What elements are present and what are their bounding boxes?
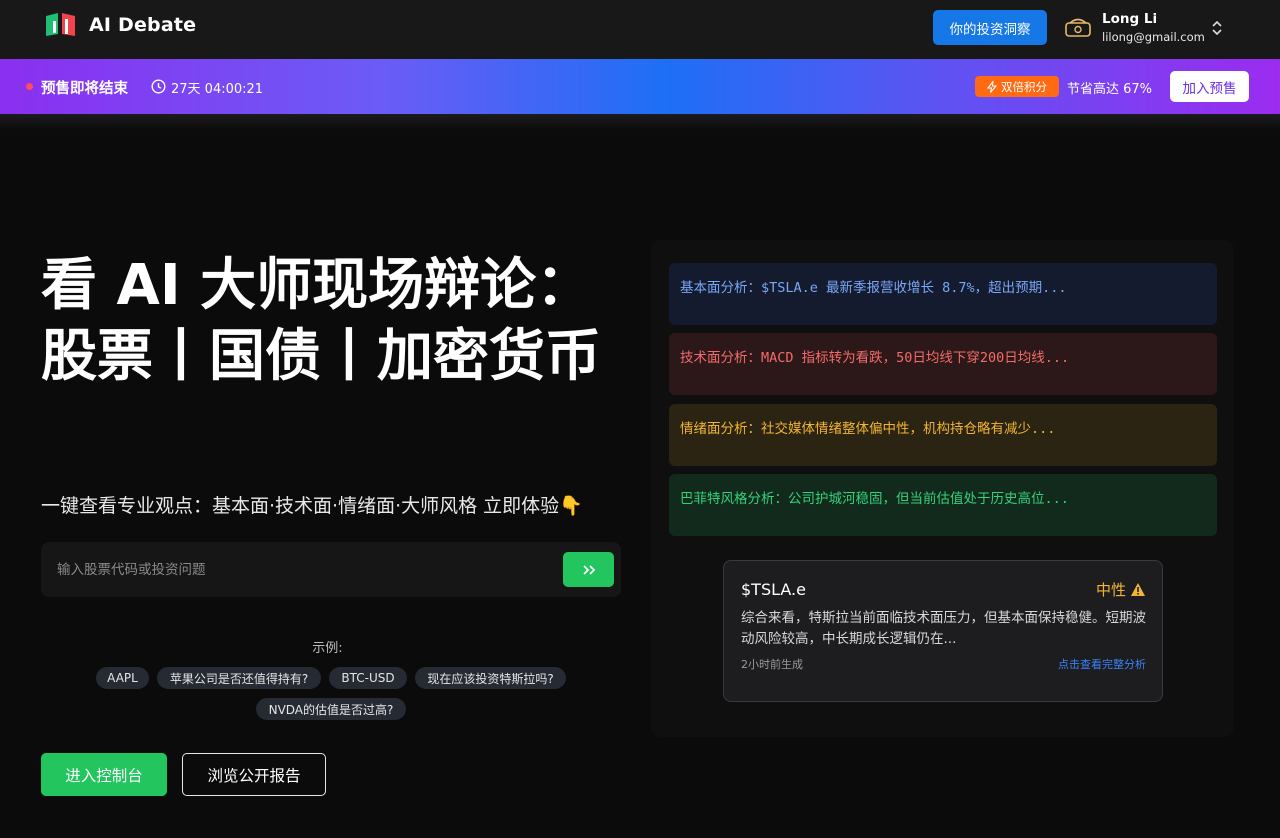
user-menu[interactable]: Long Li lilong@gmail.com: [1064, 11, 1205, 45]
double-points-badge: 双倍积分: [975, 76, 1059, 97]
banner-shadow: [0, 114, 1280, 130]
examples-label: 示例:: [312, 641, 343, 656]
top-header: AI Debate 你的投资洞察 Long Li lilong@gmail.co…: [0, 0, 1280, 59]
app-name: AI Debate: [89, 14, 197, 36]
chevron-up-down-icon[interactable]: [1210, 19, 1224, 37]
browse-reports-button[interactable]: 浏览公开报告: [182, 753, 326, 796]
example-chip-tesla[interactable]: 现在应该投资特斯拉吗?: [415, 667, 566, 689]
warning-icon: [1131, 583, 1145, 596]
user-email: lilong@gmail.com: [1102, 30, 1205, 44]
summary-card[interactable]: $TSLA.e 中性 综合来看，特斯拉当前面临技术面压力，但基本面保持稳健。短期…: [723, 560, 1163, 702]
buffett-analysis-card: 巴菲特风格分析：公司护城河稳固，但当前估值处于历史高位...: [669, 474, 1217, 536]
summary-text: 综合来看，特斯拉当前面临技术面压力，但基本面保持稳健。短期波动风险较高，中长期成…: [741, 610, 1146, 647]
hero-subtitle: 一键查看专业观点：基本面·技术面·情绪面·大师风格 立即体验👇: [41, 495, 583, 517]
search-input[interactable]: [41, 542, 551, 597]
clock-icon: [151, 79, 166, 94]
logo-icon: [46, 13, 75, 36]
fundamental-analysis-card: 基本面分析：$TSLA.e 最新季报营收增长 8.7%，超出预期...: [669, 263, 1217, 325]
double-points-label: 双倍积分: [1001, 79, 1047, 94]
search-submit-button[interactable]: [563, 552, 614, 587]
view-full-analysis-link[interactable]: 点击查看完整分析: [1058, 656, 1146, 672]
presale-title: 预售即将结束: [41, 81, 128, 97]
join-presale-button[interactable]: 加入预售: [1170, 71, 1249, 102]
search-bar: [41, 542, 621, 597]
example-chip-nvda[interactable]: NVDA的估值是否过高?: [256, 698, 406, 720]
countdown-timer: 27天 04:00:21: [171, 82, 264, 97]
presale-banner: 预售即将结束 27天 04:00:21 节省高达 67% 加入预售: [0, 59, 1280, 114]
investment-insight-button[interactable]: 你的投资洞察: [933, 10, 1047, 45]
lightning-icon: [987, 80, 997, 93]
savings-text: 节省高达 67%: [1067, 82, 1153, 97]
summary-ticker: $TSLA.e: [741, 580, 806, 599]
double-chevron-right-icon: [582, 564, 595, 575]
user-info: Long Li lilong@gmail.com: [1102, 11, 1205, 45]
sentiment-label: 中性: [1095, 581, 1126, 599]
user-avatar-icon: [1065, 18, 1091, 37]
app-logo[interactable]: AI Debate: [44, 12, 196, 38]
live-dot-icon: [26, 83, 33, 90]
example-chip-apple[interactable]: 苹果公司是否还值得持有?: [157, 667, 321, 689]
technical-analysis-card: 技术面分析：MACD 指标转为看跌，50日均线下穿200日均线...: [669, 333, 1217, 395]
hero-title: 看 AI 大师现场辩论：股票丨国债丨加密货币: [41, 253, 601, 389]
sentiment-analysis-card: 情绪面分析：社交媒体情绪整体偏中性，机构持仓略有减少...: [669, 404, 1217, 466]
enter-console-button[interactable]: 进入控制台: [41, 753, 167, 796]
example-chip-btc[interactable]: BTC-USD: [329, 667, 407, 689]
sentiment-badge: 中性: [1096, 579, 1146, 600]
example-chip-aapl[interactable]: AAPL: [96, 667, 149, 689]
user-name: Long Li: [1102, 11, 1158, 27]
summary-timestamp: 2小时前生成: [741, 658, 803, 671]
